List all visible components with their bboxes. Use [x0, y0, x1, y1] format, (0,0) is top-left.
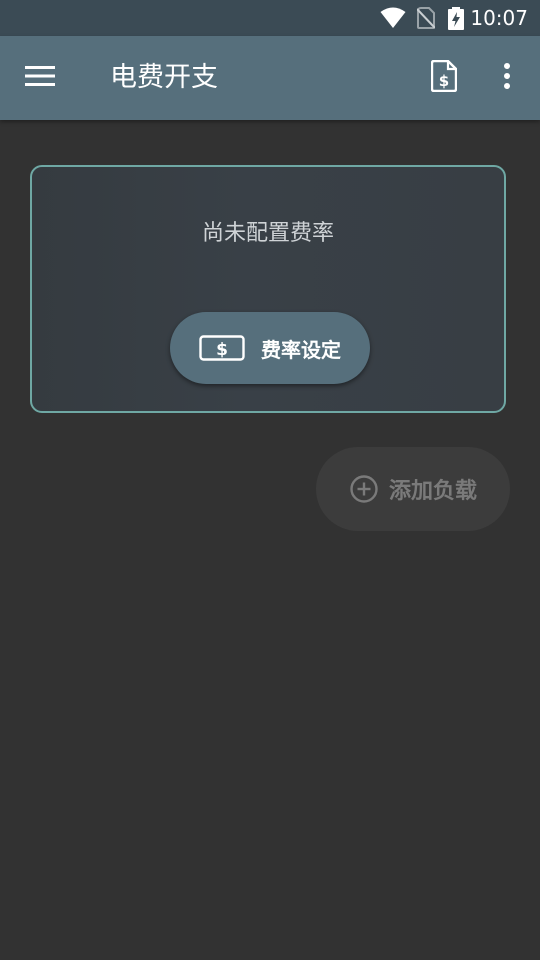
svg-text:$: $: [216, 340, 228, 360]
rate-settings-label: 费率设定: [261, 337, 341, 362]
add-load-label: 添加负载: [388, 479, 477, 504]
status-time: 10:07: [470, 6, 528, 30]
battery-charging-icon: [447, 7, 465, 35]
add-load-button[interactable]: 添加负载: [316, 447, 510, 531]
overflow-menu-button[interactable]: [484, 52, 530, 104]
rate-card: 尚未配置费率 $ 费率设定: [30, 165, 506, 413]
wifi-icon: [380, 7, 406, 33]
page-title: 电费开支: [110, 62, 218, 93]
overflow-menu-icon: [503, 62, 511, 94]
rate-settings-button[interactable]: $ 费率设定: [170, 312, 370, 384]
menu-button[interactable]: [14, 52, 66, 104]
rate-document-button[interactable]: $: [418, 52, 470, 104]
status-bar: 10:07: [0, 0, 540, 36]
menu-icon: [25, 65, 55, 91]
add-circle-icon: [349, 474, 379, 504]
app-bar: 电费开支 $: [0, 36, 540, 120]
rate-document-icon: $: [430, 59, 458, 96]
svg-text:$: $: [439, 72, 449, 90]
rate-not-configured-message: 尚未配置费率: [201, 221, 334, 246]
dollar-bill-icon: $: [199, 335, 245, 361]
no-sim-icon: [416, 7, 436, 33]
